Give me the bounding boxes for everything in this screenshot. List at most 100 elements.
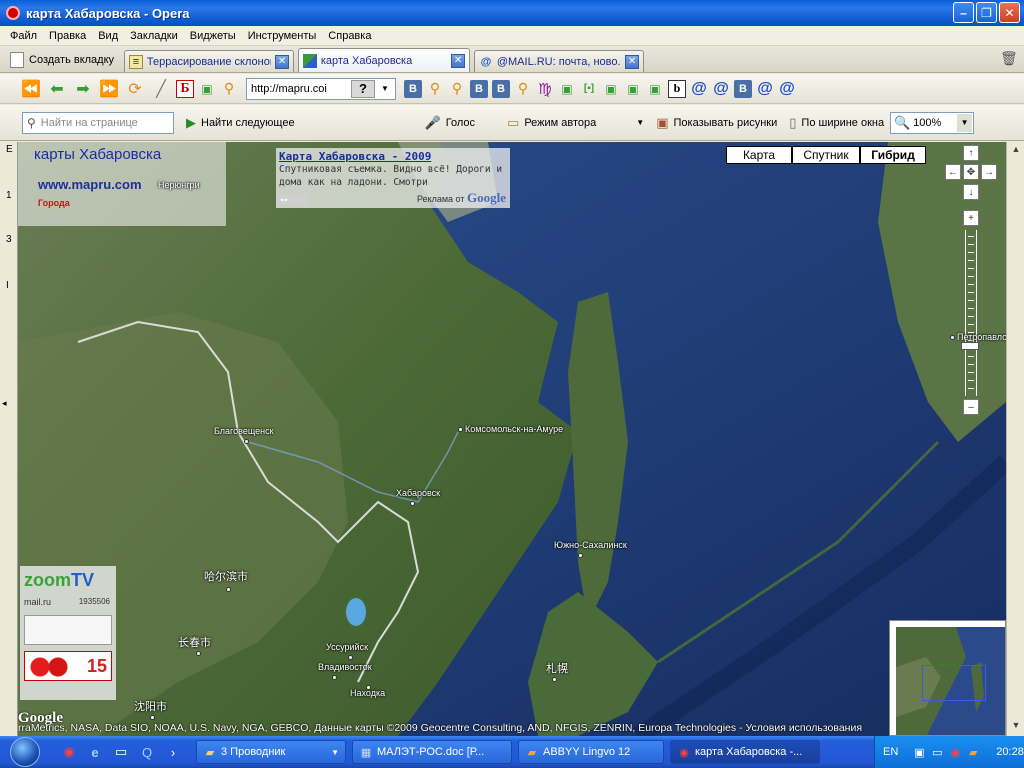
overview-viewport[interactable] — [922, 665, 986, 701]
minimize-button[interactable]: – — [953, 2, 974, 23]
tab-terracing[interactable]: ≡ Террасирование склонов ✕ — [124, 50, 295, 72]
menu-widgets[interactable]: Виджеты — [184, 30, 242, 42]
fit-width-button[interactable]: ▯ По ширине окна — [783, 111, 890, 135]
ie-icon[interactable]: e — [86, 743, 104, 761]
map-type-satellite-button[interactable]: Спутник — [792, 146, 860, 164]
overview-map[interactable] — [889, 620, 1006, 736]
ad-nav-arrows[interactable]: ◂▸ — [279, 195, 307, 205]
bookmark-at-icon[interactable]: @ — [690, 80, 708, 98]
strawberry-badge[interactable]: 15 — [24, 651, 112, 681]
menu-view[interactable]: Вид — [92, 30, 124, 42]
satellite-map[interactable]: карты Хабаровска www.mapru.com Города Ка… — [18, 142, 1006, 736]
menu-help[interactable]: Справка — [322, 30, 377, 42]
task-lingvo[interactable]: ▰ ABBYY Lingvo 12 — [518, 740, 664, 764]
reload-icon[interactable]: ⟳ — [124, 78, 146, 100]
new-tab-button[interactable]: Создать вкладку — [4, 48, 120, 72]
zoomtv-widget[interactable]: zoomTV mail.ru 1935506 15 — [20, 566, 116, 700]
task-word-document[interactable]: ▦ МАЛЭТ-РОС.doc [Р... — [352, 740, 512, 764]
menu-bookmarks[interactable]: Закладки — [124, 30, 184, 42]
maximize-button[interactable]: ❐ — [976, 2, 997, 23]
bookmark-search-icon[interactable]: ⚲ — [448, 80, 466, 98]
pan-right-icon[interactable]: → — [981, 164, 997, 180]
bookmark-be-icon[interactable]: Б — [176, 79, 194, 98]
address-bar[interactable]: http://mapru.coi ? ▼ — [246, 77, 396, 100]
scroll-down-icon[interactable]: ▼ — [1009, 720, 1023, 734]
close-tab-icon[interactable]: ✕ — [625, 54, 640, 69]
bookmark-vk-icon[interactable]: В — [404, 79, 422, 98]
pan-center-icon[interactable]: ✥ — [963, 164, 979, 180]
rewind-icon[interactable]: ⏪ — [20, 78, 42, 100]
close-tab-icon[interactable]: ✕ — [451, 53, 466, 68]
bookmark-at-icon[interactable]: @ — [712, 80, 730, 98]
bookmark-plus-icon[interactable]: ▣ — [602, 80, 620, 98]
bookmark-plus-icon[interactable]: ▣ — [558, 80, 576, 98]
bookmark-search-icon[interactable]: ⚲ — [220, 80, 238, 98]
mailru-counter[interactable]: mail.ru 1935506 — [20, 597, 116, 607]
collapse-arrow-icon[interactable]: ◂ — [2, 398, 7, 409]
monitor-icon[interactable]: ▭ — [930, 745, 944, 759]
zoom-slider-track[interactable] — [965, 230, 977, 396]
bookmark-at-icon[interactable]: @ — [778, 80, 796, 98]
desktop-icon[interactable]: ▭ — [112, 743, 130, 761]
pan-left-icon[interactable]: ← — [945, 164, 961, 180]
zoom-slider-thumb[interactable] — [961, 342, 979, 350]
map-type-hybrid-button[interactable]: Гибрид — [860, 146, 926, 164]
forward-icon[interactable]: ➡ — [72, 78, 94, 100]
fast-forward-icon[interactable]: ⏩ — [98, 78, 120, 100]
lingvo-tray-icon[interactable]: ▰ — [966, 745, 980, 759]
start-button[interactable] — [0, 736, 50, 768]
bookmark-vk-icon[interactable]: В — [492, 79, 510, 98]
bookmark-b-icon[interactable]: b — [668, 79, 686, 98]
task-explorer[interactable]: ▰ 3 Проводник ▼ — [196, 740, 346, 764]
qip-icon[interactable]: Q — [138, 743, 156, 761]
voice-button[interactable]: 🎤 Голос — [419, 111, 481, 135]
pan-up-icon[interactable]: ↑ — [963, 145, 979, 161]
find-next-button[interactable]: ▶ Найти следующее — [180, 111, 301, 135]
tab-khabarovsk-map[interactable]: карта Хабаровска ✕ — [298, 48, 471, 72]
zoom-select[interactable]: 🔍 100% ▼ — [890, 111, 975, 134]
scroll-up-icon[interactable]: ▲ — [1009, 144, 1023, 158]
chevron-right-icon[interactable]: › — [164, 743, 182, 761]
chevron-down-icon[interactable]: ▼ — [377, 80, 393, 98]
task-opera-map[interactable]: ◉ карта Хабаровска -... — [670, 740, 820, 764]
show-images-button[interactable]: ▣ Показывать рисунки — [650, 111, 783, 135]
map-type-map-button[interactable]: Карта — [726, 146, 792, 164]
pan-down-icon[interactable]: ↓ — [963, 184, 979, 200]
zoomtv-logo[interactable]: zoomTV — [20, 566, 116, 591]
bookmark-plus-icon[interactable]: ▣ — [624, 80, 642, 98]
bookmark-virgo-icon[interactable]: ♍ — [536, 80, 554, 98]
cities-link[interactable]: Города — [38, 198, 226, 208]
calendar-icon[interactable] — [24, 615, 112, 645]
bookmark-search-icon[interactable]: ⚲ — [426, 80, 444, 98]
bookmark-plus-icon[interactable]: ▣ — [198, 80, 216, 98]
tab-mailru[interactable]: @ @MAIL.RU: почта, ново... ✕ — [474, 50, 645, 72]
google-brand[interactable]: Google — [467, 190, 506, 205]
vertical-scrollbar[interactable]: ▲ ▼ — [1006, 142, 1024, 736]
menu-tools[interactable]: Инструменты — [242, 30, 323, 42]
trash-icon[interactable]: 🗑 — [1000, 50, 1018, 68]
network-icon[interactable]: ▣ — [912, 745, 926, 759]
language-indicator[interactable]: EN — [883, 746, 898, 758]
zoom-out-icon[interactable]: – — [963, 399, 979, 415]
bookmark-search-icon[interactable]: ⚲ — [514, 80, 532, 98]
bookmark-vk-icon[interactable]: В — [734, 79, 752, 98]
ad-title[interactable]: Карта Хабаровска - 2009 — [279, 150, 507, 163]
pen-icon[interactable]: ╱ — [150, 78, 172, 100]
menu-file[interactable]: Файл — [4, 30, 43, 42]
help-icon[interactable]: ? — [351, 79, 375, 98]
menu-edit[interactable]: Правка — [43, 30, 92, 42]
chevron-down-icon[interactable]: ▼ — [957, 113, 973, 132]
site-title[interactable]: карты Хабаровска — [34, 146, 226, 163]
opera-tray-icon[interactable]: ◉ — [948, 745, 962, 759]
find-input[interactable]: ⚲ Найти на странице — [22, 111, 174, 134]
author-mode-button[interactable]: ▭ Режим автора ▼ — [501, 111, 650, 135]
zoom-in-icon[interactable]: + — [963, 210, 979, 226]
back-icon[interactable]: ⬅ — [46, 78, 68, 100]
bookmark-at-icon[interactable]: @ — [756, 80, 774, 98]
close-tab-icon[interactable]: ✕ — [275, 54, 290, 69]
bookmark-plus-icon[interactable]: ▣ — [646, 80, 664, 98]
close-button[interactable]: ✕ — [999, 2, 1020, 23]
chevron-down-icon[interactable]: ▼ — [636, 118, 644, 127]
bookmark-vk-icon[interactable]: В — [470, 79, 488, 98]
bookmark-bracket-icon[interactable]: [▪] — [580, 80, 598, 98]
